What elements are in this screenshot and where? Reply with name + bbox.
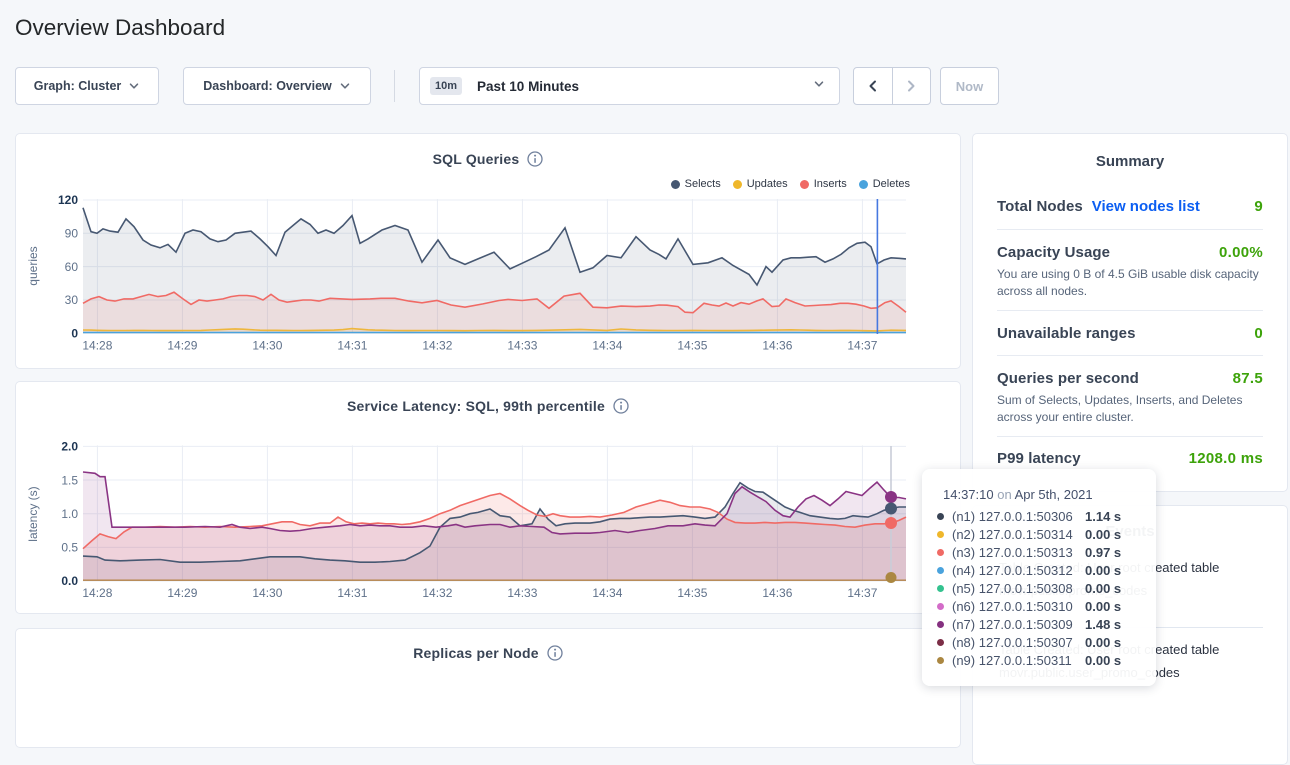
- svg-text:90: 90: [65, 227, 79, 241]
- svg-text:14:29: 14:29: [167, 586, 197, 600]
- svg-text:14:32: 14:32: [422, 339, 452, 353]
- svg-text:14:29: 14:29: [167, 339, 197, 353]
- svg-text:14:28: 14:28: [82, 339, 112, 353]
- svg-text:0.0: 0.0: [61, 574, 78, 588]
- svg-text:2.0: 2.0: [61, 440, 78, 454]
- svg-text:14:35: 14:35: [677, 586, 707, 600]
- svg-text:14:36: 14:36: [762, 339, 792, 353]
- svg-text:14:30: 14:30: [252, 586, 282, 600]
- svg-text:14:35: 14:35: [677, 339, 707, 353]
- svg-text:14:33: 14:33: [507, 586, 537, 600]
- svg-text:14:28: 14:28: [82, 586, 112, 600]
- svg-text:30: 30: [65, 293, 79, 307]
- svg-text:0: 0: [71, 327, 78, 341]
- svg-text:14:37: 14:37: [847, 339, 877, 353]
- svg-text:14:32: 14:32: [422, 586, 452, 600]
- svg-text:1.0: 1.0: [61, 507, 78, 521]
- svg-text:120: 120: [58, 193, 78, 207]
- svg-text:14:34: 14:34: [592, 586, 622, 600]
- svg-text:14:31: 14:31: [337, 339, 367, 353]
- svg-text:latency (s): latency (s): [26, 486, 40, 541]
- svg-text:0.5: 0.5: [61, 541, 78, 555]
- svg-text:14:31: 14:31: [337, 586, 367, 600]
- svg-text:1.5: 1.5: [61, 473, 78, 487]
- svg-text:queries: queries: [26, 246, 40, 285]
- svg-text:14:37: 14:37: [847, 586, 877, 600]
- svg-text:60: 60: [65, 260, 79, 274]
- svg-text:14:34: 14:34: [592, 339, 622, 353]
- svg-text:14:36: 14:36: [762, 586, 792, 600]
- svg-text:14:33: 14:33: [507, 339, 537, 353]
- svg-text:14:30: 14:30: [252, 339, 282, 353]
